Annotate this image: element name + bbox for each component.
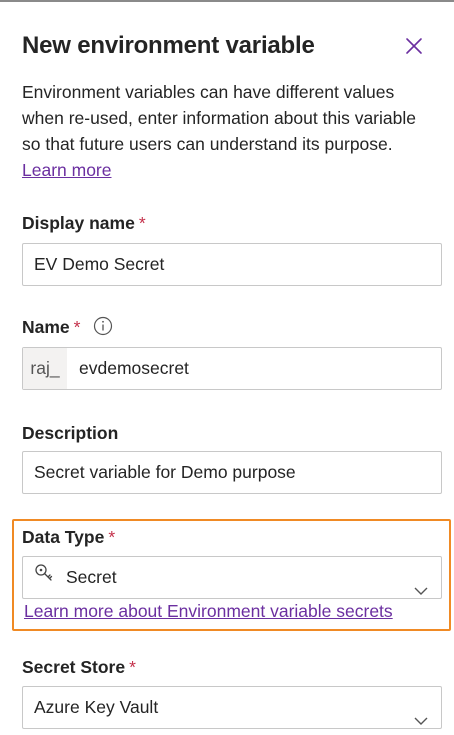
secret-store-label-text: Secret Store bbox=[22, 657, 126, 677]
data-type-label: Data Type * bbox=[22, 525, 115, 549]
chevron-down-icon bbox=[413, 701, 429, 735]
close-icon bbox=[406, 38, 422, 54]
key-icon bbox=[34, 557, 56, 598]
secret-store-label: Secret Store * bbox=[22, 655, 136, 679]
name-label: Name * bbox=[22, 315, 113, 342]
name-label-text: Name bbox=[22, 317, 70, 337]
data-type-value: Secret bbox=[66, 567, 117, 587]
required-marker: * bbox=[73, 317, 81, 337]
display-name-value: EV Demo Secret bbox=[34, 254, 165, 274]
required-marker: * bbox=[138, 213, 146, 233]
display-name-label: Display name * bbox=[22, 211, 146, 235]
description-value: Secret variable for Demo purpose bbox=[34, 462, 296, 482]
name-value: evdemosecret bbox=[79, 358, 189, 378]
panel-title: New environment variable bbox=[22, 32, 315, 59]
learn-more-link[interactable]: Learn more bbox=[22, 160, 112, 180]
description-label-text: Description bbox=[22, 423, 119, 443]
info-icon[interactable] bbox=[93, 316, 113, 342]
chevron-down-icon bbox=[413, 571, 429, 612]
description-input[interactable]: Secret variable for Demo purpose bbox=[22, 451, 442, 494]
panel-header: New environment variable bbox=[22, 30, 432, 62]
learn-more-secrets-link[interactable]: Learn more about Environment variable se… bbox=[24, 601, 393, 622]
secret-store-select[interactable]: Azure Key Vault bbox=[22, 686, 442, 729]
display-name-input[interactable]: EV Demo Secret bbox=[22, 243, 442, 286]
name-prefix: raj_ bbox=[23, 348, 67, 389]
description-label: Description bbox=[22, 421, 118, 445]
top-border bbox=[0, 0, 454, 2]
new-environment-variable-panel: New environment variable Environment var… bbox=[0, 0, 454, 735]
close-button[interactable] bbox=[404, 36, 424, 56]
data-type-select[interactable]: Secret bbox=[22, 556, 442, 599]
data-type-label-text: Data Type bbox=[22, 527, 105, 547]
intro-description: Environment variables can have different… bbox=[22, 82, 416, 154]
display-name-label-text: Display name bbox=[22, 213, 135, 233]
secret-store-value: Azure Key Vault bbox=[34, 697, 159, 717]
intro-text: Environment variables can have different… bbox=[22, 79, 432, 183]
required-marker: * bbox=[129, 657, 136, 677]
name-input[interactable]: raj_ evdemosecret bbox=[22, 347, 442, 390]
required-marker: * bbox=[108, 527, 116, 547]
